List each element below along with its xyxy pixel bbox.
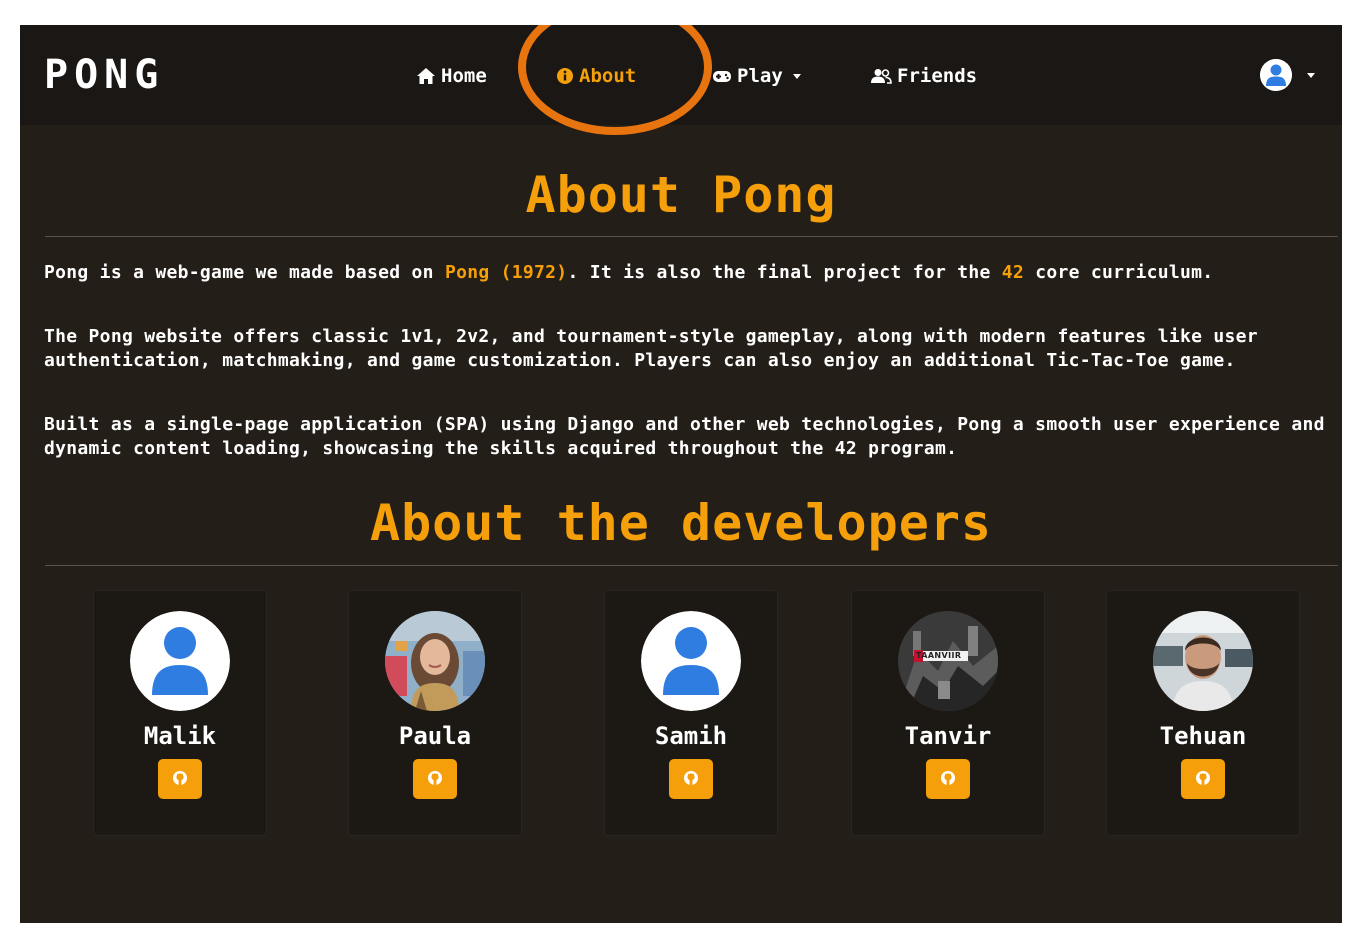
developer-card-paula: Paula xyxy=(348,590,522,836)
developer-name: Malik xyxy=(143,722,217,750)
gamepad-icon xyxy=(712,68,732,84)
github-link-button[interactable] xyxy=(413,759,457,799)
github-icon xyxy=(1195,770,1211,789)
chevron-down-icon xyxy=(792,73,801,79)
42-link[interactable]: 42 xyxy=(1002,262,1024,283)
github-icon xyxy=(940,770,956,789)
chevron-down-icon xyxy=(1307,72,1315,78)
developer-card-tanvir: TAANVIIR Tanvir xyxy=(851,590,1045,836)
developers-title: About the developers xyxy=(369,494,993,552)
main-nav: Home About Play Friends xyxy=(20,63,1342,89)
nav-item-label: About xyxy=(579,65,637,87)
developer-name: Tehuan xyxy=(1159,722,1247,750)
about-paragraph-features: The Pong website offers classic 1v1, 2v2… xyxy=(44,326,1258,371)
app-window: PONG Home About Play Friends About Pong … xyxy=(20,25,1342,923)
divider xyxy=(45,565,1338,566)
github-link-button[interactable] xyxy=(158,759,202,799)
github-icon xyxy=(683,770,699,789)
github-link-button[interactable] xyxy=(1181,759,1225,799)
pong-1972-link[interactable]: Pong (1972) xyxy=(445,262,568,283)
github-icon xyxy=(427,770,443,789)
nav-item-label: Play xyxy=(737,65,783,87)
divider xyxy=(45,236,1338,237)
developer-name: Samih xyxy=(654,722,728,750)
avatar-caption: TAANVIIR xyxy=(916,651,962,660)
github-link-button[interactable] xyxy=(669,759,713,799)
developer-card-malik: Malik xyxy=(93,590,267,836)
user-avatar-icon xyxy=(1260,59,1292,91)
user-menu[interactable] xyxy=(1260,59,1315,91)
developer-card-samih: Samih xyxy=(604,590,778,836)
photo-avatar xyxy=(385,611,485,711)
photo-avatar: TAANVIIR xyxy=(898,611,998,711)
github-link-button[interactable] xyxy=(926,759,970,799)
about-paragraph-intro: Pong is a web-game we made based on Pong… xyxy=(44,262,1214,283)
photo-avatar xyxy=(1153,611,1253,711)
nav-item-about[interactable]: About xyxy=(556,63,636,89)
default-user-avatar xyxy=(641,611,741,711)
about-paragraph-tech: Built as a single-page application (SPA)… xyxy=(44,414,1325,459)
info-icon xyxy=(556,67,574,85)
home-icon xyxy=(416,67,436,85)
developer-name: Tanvir xyxy=(904,722,992,750)
nav-item-label: Friends xyxy=(897,65,978,87)
developer-name: Paula xyxy=(398,722,472,750)
developer-card-tehuan: Tehuan xyxy=(1106,590,1300,836)
nav-item-play[interactable]: Play xyxy=(712,63,801,89)
navbar: PONG Home About Play Friends xyxy=(20,25,1342,135)
github-icon xyxy=(172,770,188,789)
page-title: About Pong xyxy=(525,166,837,224)
nav-item-friends[interactable]: Friends xyxy=(870,63,977,89)
nav-item-home[interactable]: Home xyxy=(416,63,487,89)
nav-item-label: Home xyxy=(441,65,487,87)
users-icon xyxy=(870,68,892,84)
default-user-avatar xyxy=(130,611,230,711)
